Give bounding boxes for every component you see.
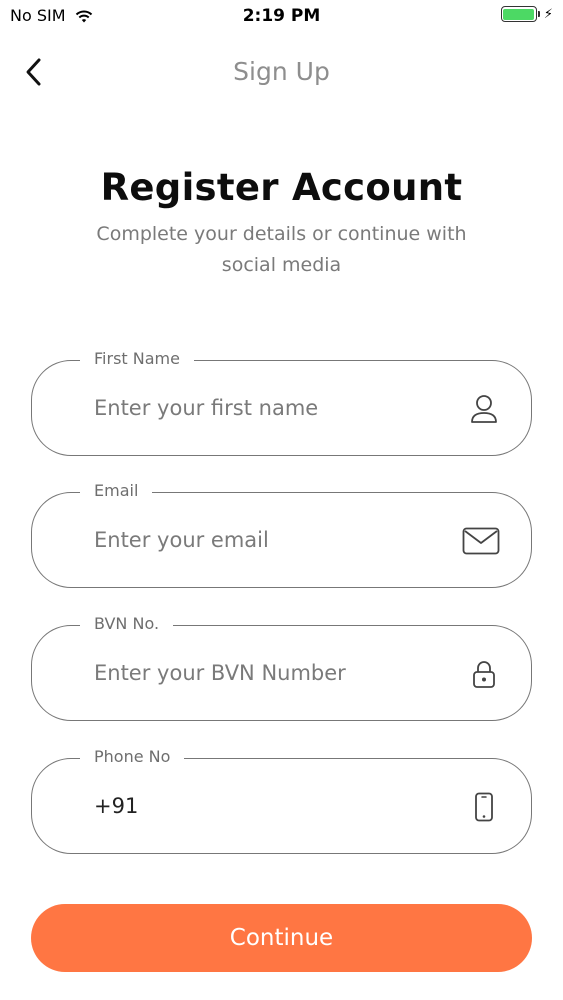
first-name-label: First Name [80,349,194,369]
page-subtitle: Complete your details or continue with s… [96,223,467,276]
user-icon [467,392,501,426]
phone-label: Phone No [80,747,185,767]
nav-title: Sign Up [233,57,330,86]
phone-input[interactable] [94,789,454,823]
email-input[interactable] [94,523,454,557]
bvn-field: BVN No. [31,614,532,721]
nav-bar: Sign Up [0,40,563,106]
status-time: 2:19 PM [242,6,321,26]
phone-icon [467,790,501,824]
status-bar: No SIM 2:19 PM ⚡ [0,0,563,32]
bvn-label: BVN No. [80,614,174,634]
continue-button[interactable]: Continue [31,904,532,972]
bvn-input[interactable] [94,656,454,690]
battery-icon [500,6,537,22]
status-right: ⚡ [500,6,553,22]
phone-field: Phone No [31,747,532,854]
page-title: Register Account [100,166,463,209]
charging-bolt-icon: ⚡ [543,6,553,22]
mail-icon [461,524,501,558]
battery-cap [537,11,540,17]
email-field: Email [31,481,532,588]
first-name-field: First Name [31,349,532,456]
email-label: Email [80,481,153,501]
lock-icon [467,657,501,691]
battery-fill [503,8,535,20]
first-name-input[interactable] [94,391,454,425]
